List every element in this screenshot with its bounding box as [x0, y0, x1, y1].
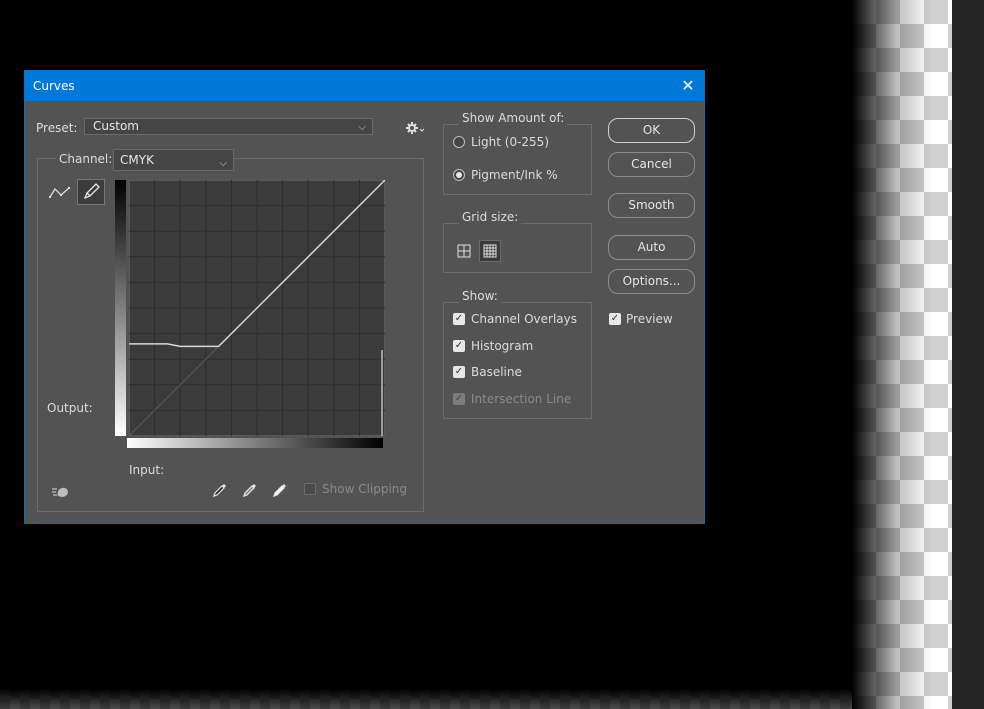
target-adjustment-hand-icon[interactable] [49, 484, 71, 500]
preset-dropdown[interactable]: Custom ⌵ [84, 118, 373, 135]
eyedropper-icon [243, 484, 256, 497]
baseline-checkbox[interactable]: ✓ [453, 366, 465, 378]
white-point-eyedropper[interactable] [271, 481, 289, 499]
curve-point-tool[interactable] [47, 181, 73, 205]
pigment-ink-radio-label[interactable]: Pigment/Ink % [471, 168, 558, 182]
simple-grid-icon [457, 244, 471, 258]
input-label: Input: [129, 463, 165, 477]
show-amount-title: Show Amount of: [459, 111, 568, 125]
preview-label[interactable]: Preview [626, 312, 673, 326]
preview-checkbox[interactable]: ✓ [609, 313, 621, 325]
intersection-line-label: Intersection Line [471, 392, 572, 406]
output-label: Output: [47, 401, 93, 415]
close-button[interactable]: ✕ [676, 74, 700, 98]
auto-button[interactable]: Auto [608, 235, 695, 260]
dialog-title: Curves [33, 79, 75, 93]
channel-label: Channel: [56, 152, 116, 166]
channel-dropdown[interactable]: CMYK ⌵ [113, 149, 234, 171]
black-point-eyedropper[interactable] [211, 481, 229, 499]
simple-grid-button[interactable] [453, 240, 475, 262]
grid-size-title: Grid size: [459, 210, 522, 224]
preset-value: Custom [93, 119, 139, 133]
close-icon: ✕ [681, 76, 695, 95]
pigment-ink-radio[interactable] [453, 169, 465, 181]
eyedropper-icon [273, 484, 286, 497]
eyedropper-icon [213, 484, 226, 497]
histogram-label[interactable]: Histogram [471, 339, 533, 353]
pencil-tool[interactable] [77, 179, 105, 205]
options-button[interactable]: Options... [608, 269, 695, 294]
histogram-checkbox[interactable]: ✓ [453, 340, 465, 352]
show-clipping-label: Show Clipping [322, 482, 408, 496]
intersection-line-checkbox: ✓ [453, 393, 465, 405]
preset-label: Preset: [36, 121, 78, 135]
baseline-label[interactable]: Baseline [471, 365, 522, 379]
checkerboard-bottom-shadow [0, 689, 852, 709]
channel-overlays-label[interactable]: Channel Overlays [471, 312, 577, 326]
channel-value: CMYK [120, 153, 154, 167]
gray-point-eyedropper[interactable] [241, 481, 259, 499]
cancel-button[interactable]: Cancel [608, 152, 695, 177]
curve-plot[interactable] [128, 179, 386, 437]
pencil-icon [83, 183, 100, 200]
chevron-down-icon: ⌵ [219, 158, 227, 169]
smooth-button[interactable]: Smooth [608, 193, 695, 218]
chevron-down-icon: ⌵ [358, 122, 366, 133]
curves-dialog: Curves ✕ Preset: Custom ⌵ Channel: CMYK … [24, 70, 705, 524]
title-bar[interactable]: Curves ✕ [25, 71, 704, 101]
workspace-edge [952, 0, 984, 709]
preset-options-gear-icon[interactable] [405, 121, 425, 135]
output-gradient-bar [115, 180, 126, 436]
show-clipping-checkbox[interactable] [304, 483, 316, 495]
light-radio-label[interactable]: Light (0-255) [471, 135, 549, 149]
detailed-grid-button[interactable] [479, 240, 501, 262]
curve-icon [49, 187, 70, 198]
show-title: Show: [459, 289, 501, 303]
channel-overlays-checkbox[interactable]: ✓ [453, 313, 465, 325]
ok-button[interactable]: OK [608, 118, 695, 143]
input-gradient-bar [127, 438, 383, 448]
light-radio[interactable] [453, 136, 465, 148]
detailed-grid-icon [483, 244, 497, 258]
curve-graph[interactable] [128, 179, 386, 437]
checkerboard-shadow [852, 0, 952, 709]
